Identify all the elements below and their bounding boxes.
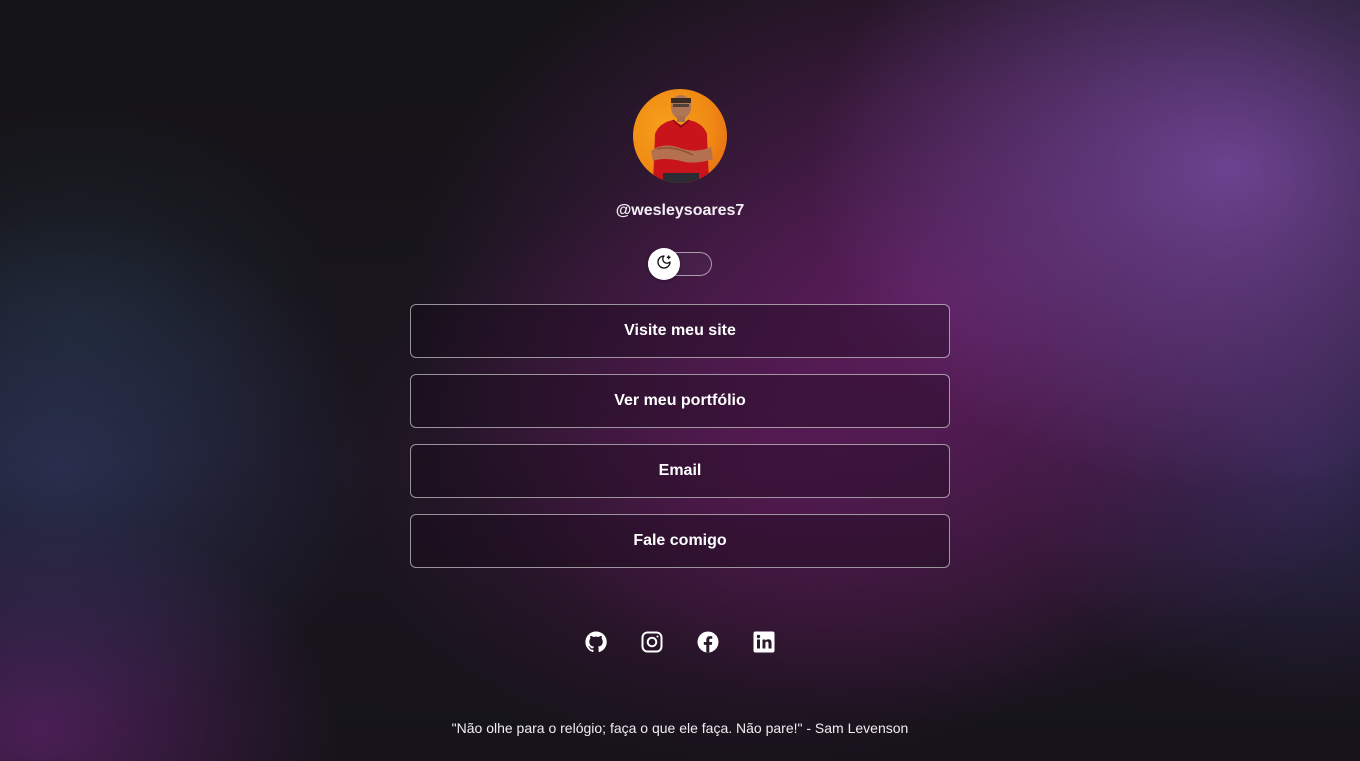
facebook-link[interactable] (696, 630, 720, 659)
toggle-knob[interactable] (648, 248, 680, 280)
instagram-link[interactable] (640, 630, 664, 659)
contact-button[interactable]: Fale comigo (410, 514, 950, 568)
github-icon (584, 630, 608, 659)
linkedin-link[interactable] (752, 630, 776, 659)
theme-toggle[interactable] (648, 248, 712, 280)
footer-quote: "Não olhe para o relógio; faça o que ele… (451, 720, 909, 736)
profile-photo (651, 95, 713, 183)
facebook-icon (696, 630, 720, 659)
username: @wesleysoares7 (615, 202, 745, 219)
moon-stars-icon (656, 254, 672, 275)
github-link[interactable] (584, 630, 608, 659)
email-button[interactable]: Email (410, 444, 950, 498)
visit-site-button[interactable]: Visite meu site (410, 304, 950, 358)
profile-page: @wesleysoares7 Visite meu site Ver meu p… (0, 0, 1360, 761)
avatar (633, 89, 727, 183)
portfolio-button[interactable]: Ver meu portfólio (410, 374, 950, 428)
link-list: Visite meu site Ver meu portfólio Email … (410, 304, 950, 584)
instagram-icon (640, 630, 664, 659)
social-links (584, 630, 776, 659)
linkedin-icon (752, 630, 776, 659)
